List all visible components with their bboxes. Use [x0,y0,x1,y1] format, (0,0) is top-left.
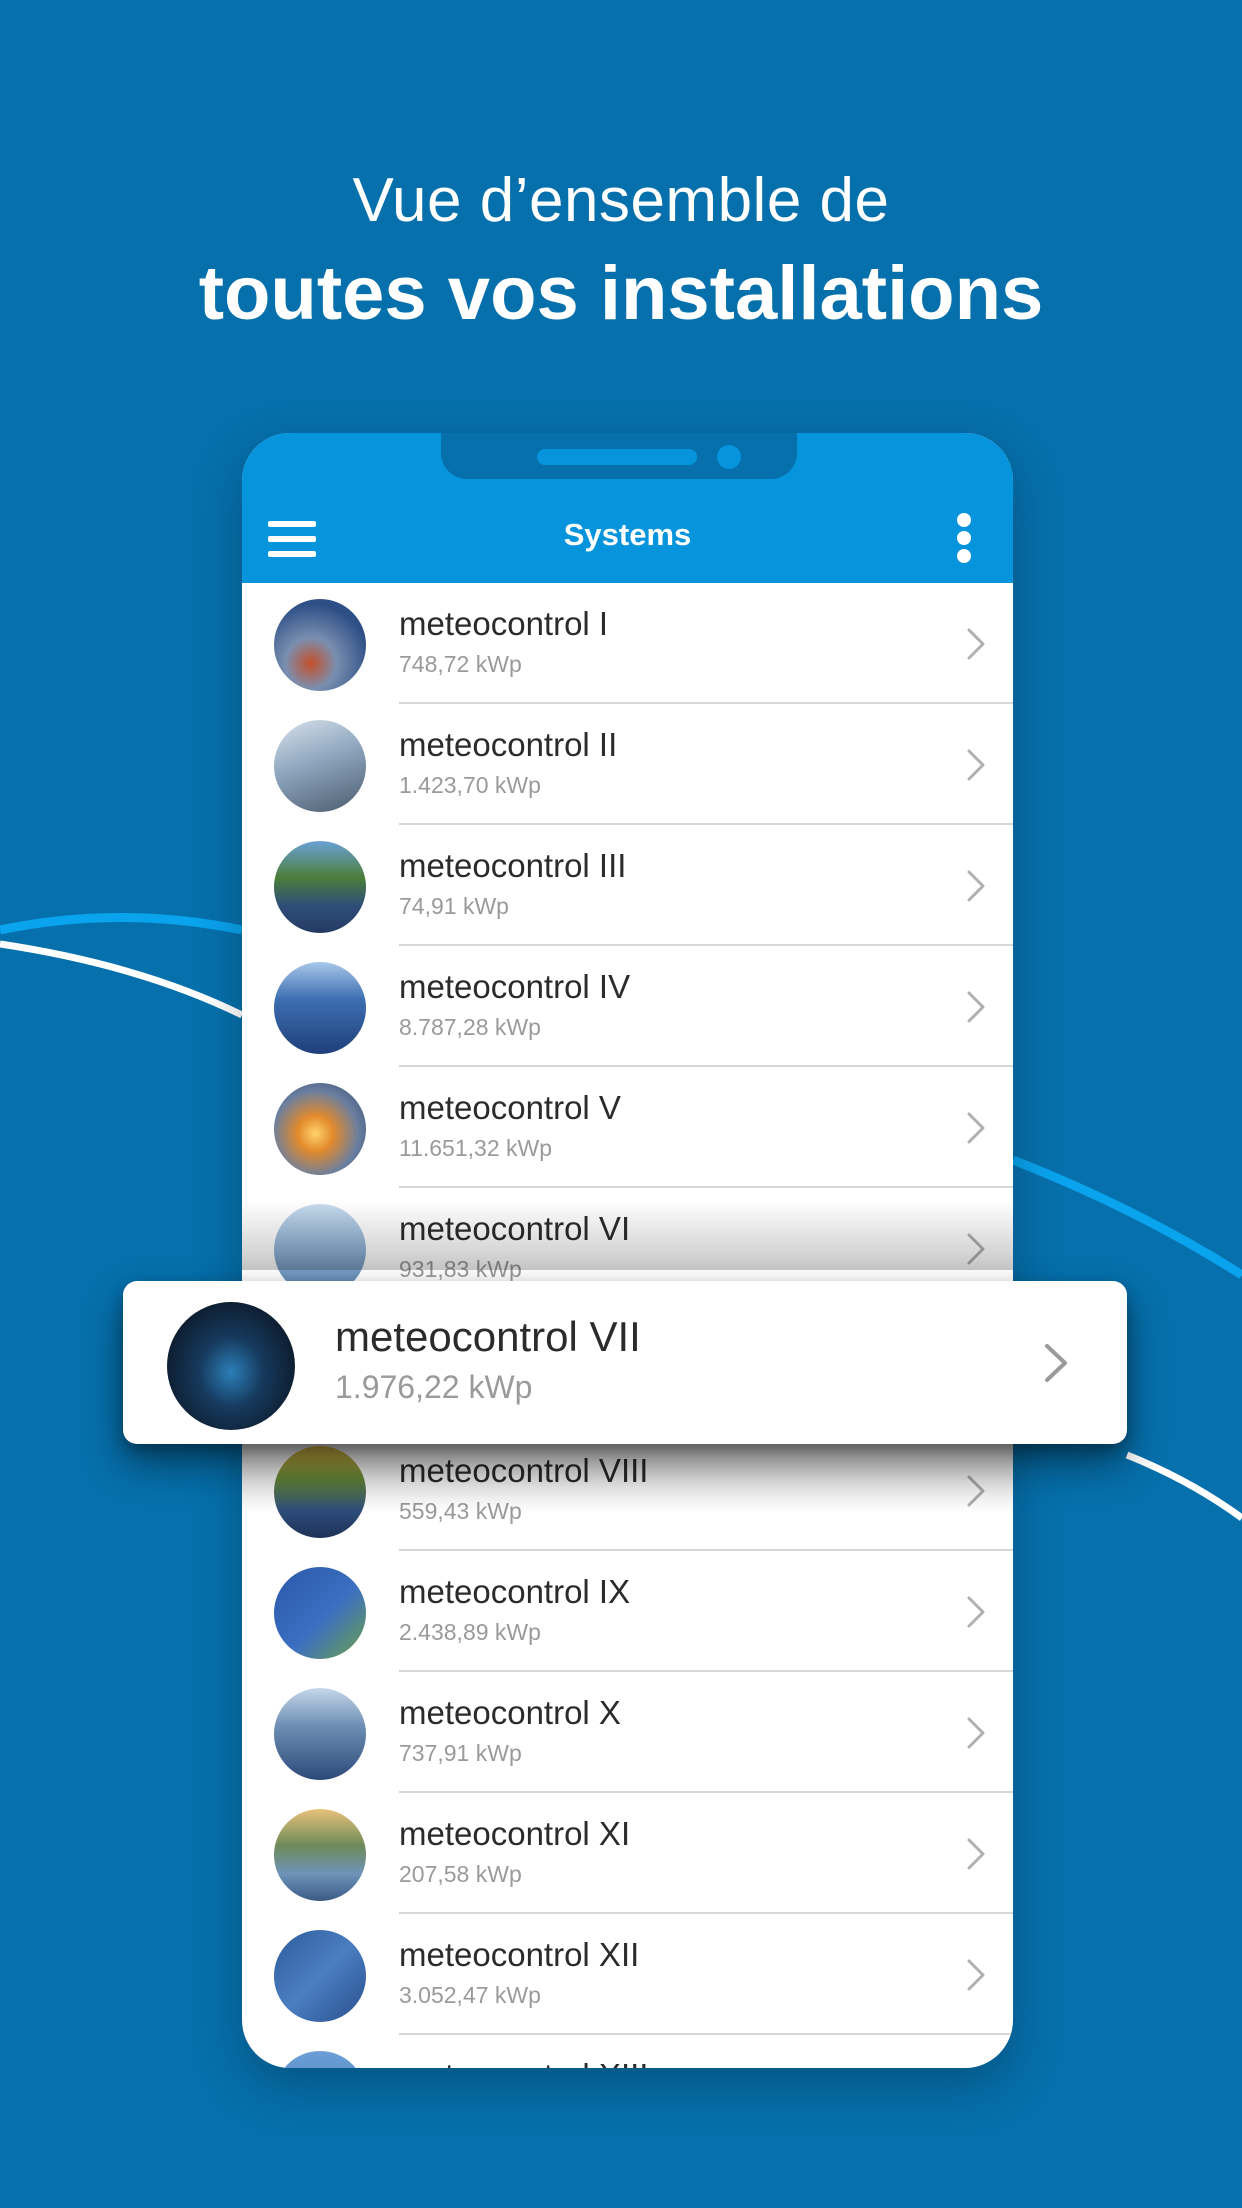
system-capacity: 737,91 kWp [399,1740,522,1766]
system-list-item[interactable]: meteocontrol XIII [242,2035,1013,2068]
chevron-right-icon [967,749,985,781]
app-bar: Systems [242,433,1013,583]
system-thumbnail [274,599,366,691]
system-capacity: 74,91 kWp [399,893,509,919]
system-list-item[interactable]: meteocontrol IV 8.787,28 kWp [242,946,1013,1067]
system-name: meteocontrol XII [399,1936,640,1973]
system-list-item[interactable]: meteocontrol IX 2.438,89 kWp [242,1551,1013,1672]
chevron-right-icon [967,870,985,902]
system-capacity: 931,83 kWp [399,1256,522,1282]
system-thumbnail [274,1930,366,2022]
chevron-right-icon [967,1959,985,1991]
system-name: meteocontrol XI [399,1815,631,1852]
system-thumbnail [274,1446,366,1538]
system-thumbnail [274,720,366,812]
headline-line-2: toutes vos installations [198,251,1044,336]
system-list-item[interactable]: meteocontrol III 74,91 kWp [242,825,1013,946]
system-thumbnail [274,962,366,1054]
system-list-item[interactable]: meteocontrol V 11.651,32 kWp [242,1067,1013,1188]
system-name: meteocontrol III [399,847,627,884]
system-capacity: 559,43 kWp [399,1498,522,1524]
system-name: meteocontrol VIII [399,1452,649,1489]
system-capacity: 1.976,22 kWp [335,1369,533,1405]
chevron-right-icon [967,1475,985,1507]
system-name: meteocontrol V [399,1089,621,1126]
system-name: meteocontrol X [399,1694,621,1731]
system-list-item[interactable]: meteocontrol I 748,72 kWp [242,583,1013,704]
system-thumbnail [274,1809,366,1901]
system-thumbnail [274,841,366,933]
chevron-right-icon [967,991,985,1023]
system-capacity: 748,72 kWp [399,651,522,677]
system-name: meteocontrol I [399,605,609,642]
system-thumbnail [274,1688,366,1780]
chevron-right-icon [967,1596,985,1628]
system-thumbnail [274,1083,366,1175]
chevron-right-icon [967,1717,985,1749]
system-list-item[interactable]: meteocontrol II 1.423,70 kWp [242,704,1013,825]
highlighted-system-card[interactable]: meteocontrol VII 1.976,22 kWp [123,1281,1127,1444]
chevron-right-icon [967,628,985,660]
system-capacity: 1.423,70 kWp [399,772,541,798]
system-list-item[interactable]: meteocontrol XI 207,58 kWp [242,1793,1013,1914]
headline: Vue d’ensemble de toutes vos installatio… [0,160,1242,344]
phone-notch [441,433,797,479]
system-list-item[interactable]: meteocontrol XII 3.052,47 kWp [242,1914,1013,2035]
chevron-right-icon [1045,1344,1067,1382]
system-capacity: 11.651,32 kWp [399,1135,553,1161]
system-list-item[interactable]: meteocontrol VIII 559,43 kWp [242,1430,1013,1551]
chevron-right-icon [967,1112,985,1144]
system-name: meteocontrol VII [335,1313,641,1360]
system-name: meteocontrol II [399,726,618,763]
system-name: meteocontrol XIII [399,2055,648,2068]
system-capacity: 207,58 kWp [399,1861,522,1887]
system-list-item[interactable]: meteocontrol X 737,91 kWp [242,1672,1013,1793]
system-thumbnail [274,1567,366,1659]
system-capacity: 2.438,89 kWp [399,1619,541,1645]
system-capacity: 8.787,28 kWp [399,1014,541,1040]
phone-mockup: Systems meteocontrol I 748,72 kWp meteocon… [242,433,1013,2068]
speaker-grille [537,449,697,465]
chevron-right-icon [967,1233,985,1265]
more-vert-icon[interactable] [956,513,972,563]
system-thumbnail [167,1302,295,1430]
system-name: meteocontrol VI [399,1210,631,1247]
system-name: meteocontrol IV [399,968,631,1005]
system-name: meteocontrol IX [399,1573,631,1610]
page-title: Systems [563,517,692,552]
chevron-right-icon [967,1838,985,1870]
headline-line-1: Vue d’ensemble de [352,166,890,235]
front-camera [717,445,741,469]
system-thumbnail [274,2051,366,2068]
system-capacity: 3.052,47 kWp [399,1982,541,2008]
